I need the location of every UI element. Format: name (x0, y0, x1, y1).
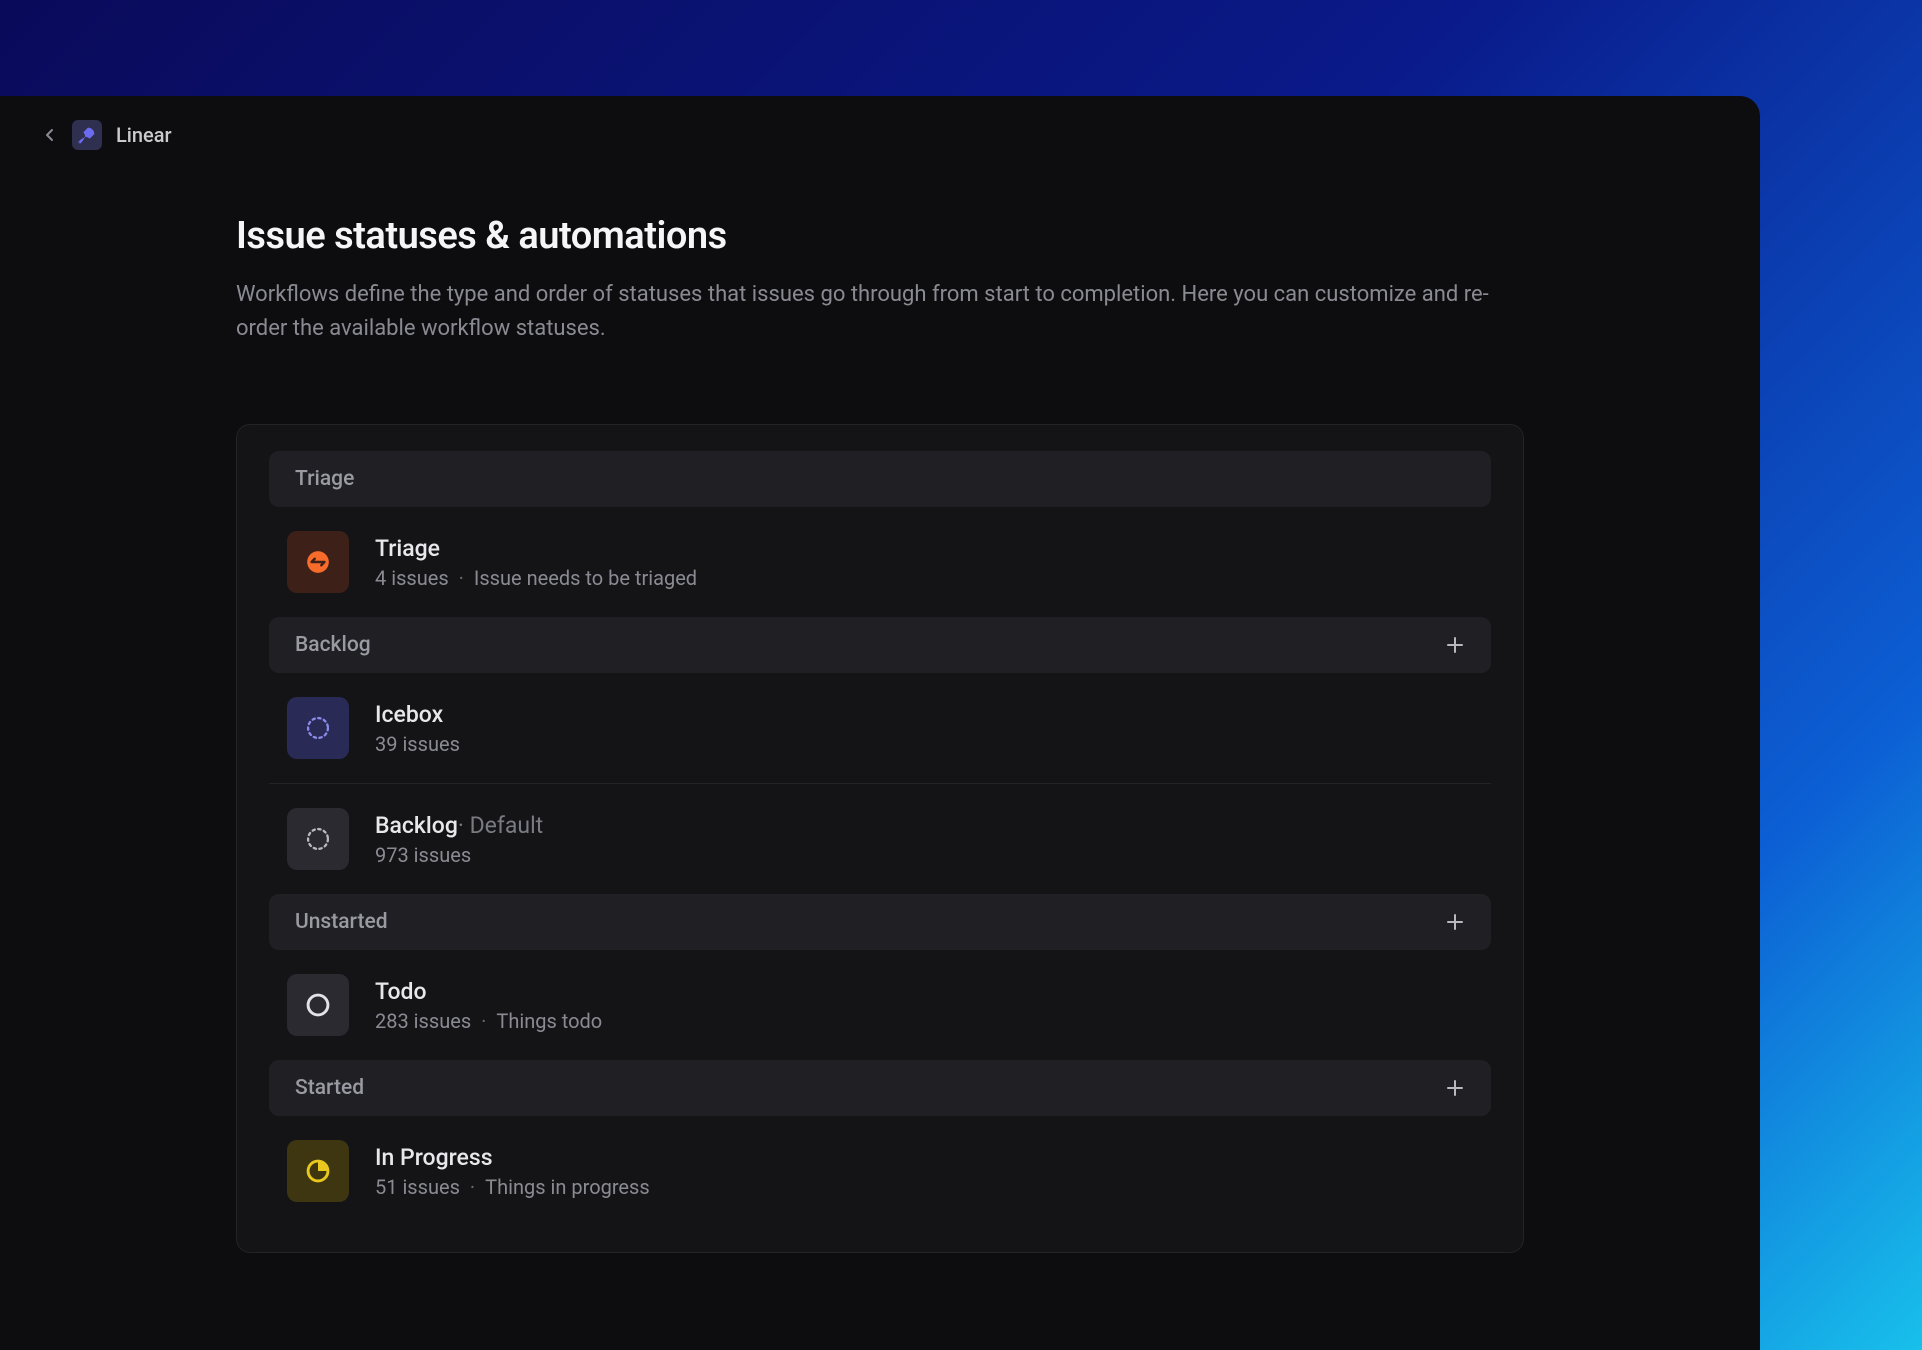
page-title: Issue statuses & automations (236, 214, 1524, 258)
status-name: Backlog (375, 812, 458, 839)
status-description: Things todo (496, 1009, 602, 1033)
section-label: Backlog (295, 633, 371, 657)
triage-circle-icon (305, 549, 331, 575)
page-content: Issue statuses & automations Workflows d… (0, 174, 1760, 1253)
in-progress-icon (287, 1140, 349, 1202)
meta-separator: · (470, 1175, 475, 1199)
status-name: Icebox (375, 701, 443, 728)
plus-icon (1445, 912, 1465, 932)
app-logo (72, 120, 102, 150)
rocket-icon (76, 124, 98, 146)
add-status-button[interactable] (1445, 1078, 1465, 1098)
status-count: 51 issues (375, 1175, 460, 1199)
icebox-icon (287, 697, 349, 759)
section-header-triage: Triage (269, 451, 1491, 507)
status-default-badge: · Default (458, 812, 543, 839)
dashed-circle-icon (304, 825, 332, 853)
dashed-circle-icon (304, 714, 332, 742)
section-label: Unstarted (295, 910, 388, 934)
add-status-button[interactable] (1445, 635, 1465, 655)
status-text: Backlog · Default 973 issues (375, 812, 543, 867)
status-text: Triage 4 issues · Issue needs to be tria… (375, 535, 697, 590)
section-header-started: Started (269, 1060, 1491, 1116)
status-text: Icebox 39 issues (375, 701, 460, 756)
breadcrumb-app-name[interactable]: Linear (116, 123, 172, 147)
status-count: 973 issues (375, 843, 471, 867)
meta-separator: · (459, 566, 464, 590)
status-description: Issue needs to be triaged (474, 566, 697, 590)
todo-icon (287, 974, 349, 1036)
triage-icon (287, 531, 349, 593)
status-row-backlog[interactable]: Backlog · Default 973 issues (269, 783, 1491, 894)
backlog-icon (287, 808, 349, 870)
half-circle-icon (304, 1157, 332, 1185)
breadcrumb: Linear (0, 96, 1760, 174)
status-count: 39 issues (375, 732, 460, 756)
plus-icon (1445, 635, 1465, 655)
circle-outline-icon (304, 991, 332, 1019)
statuses-panel: Triage Triage 4 issues · Issue (236, 424, 1524, 1253)
chevron-left-icon (42, 127, 58, 143)
section-label: Started (295, 1076, 364, 1100)
status-row-icebox[interactable]: Icebox 39 issues (269, 673, 1491, 783)
section-label: Triage (295, 467, 354, 491)
status-row-todo[interactable]: Todo 283 issues · Things todo (269, 950, 1491, 1060)
add-status-button[interactable] (1445, 912, 1465, 932)
app-window: Linear Issue statuses & automations Work… (0, 96, 1760, 1350)
status-name: Todo (375, 978, 427, 1005)
page-description: Workflows define the type and order of s… (236, 278, 1506, 346)
status-text: In Progress 51 issues · Things in progre… (375, 1144, 650, 1199)
back-button[interactable] (42, 127, 58, 143)
status-description: Things in progress (485, 1175, 650, 1199)
status-row-in-progress[interactable]: In Progress 51 issues · Things in progre… (269, 1116, 1491, 1226)
status-row-triage[interactable]: Triage 4 issues · Issue needs to be tria… (269, 507, 1491, 617)
section-header-unstarted: Unstarted (269, 894, 1491, 950)
meta-separator: · (481, 1009, 486, 1033)
status-name: Triage (375, 535, 440, 562)
section-header-backlog: Backlog (269, 617, 1491, 673)
plus-icon (1445, 1078, 1465, 1098)
status-count: 283 issues (375, 1009, 471, 1033)
status-name: In Progress (375, 1144, 493, 1171)
status-text: Todo 283 issues · Things todo (375, 978, 602, 1033)
status-count: 4 issues (375, 566, 449, 590)
